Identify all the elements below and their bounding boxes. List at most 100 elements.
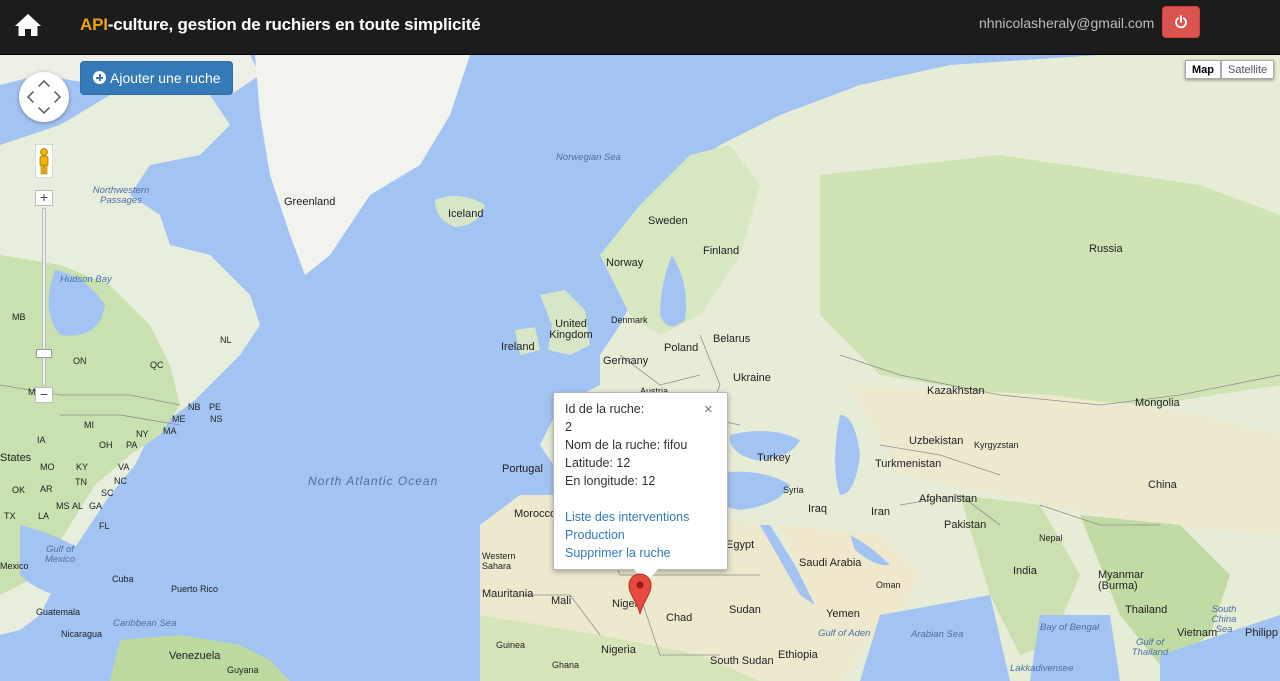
map-label: Kazakhstan: [927, 385, 985, 397]
map-label: FL: [99, 521, 110, 531]
map-label: North Atlantic Ocean: [308, 475, 437, 488]
map-label: Bay of Bengal: [1040, 622, 1100, 633]
power-icon: [1175, 15, 1187, 29]
map-label: Kyrgyzstan: [974, 440, 1019, 450]
pan-arrows-icon: [26, 79, 62, 115]
map-label: Belarus: [713, 333, 751, 345]
map-label: Turkmenistan: [875, 458, 942, 470]
map-label: AR: [40, 484, 53, 494]
map-label: NY: [136, 429, 149, 439]
map-label: IA: [37, 435, 46, 445]
zoom-control: + −: [35, 190, 53, 403]
plus-circle-icon: [93, 71, 106, 84]
add-hive-button[interactable]: Ajouter une ruche: [80, 61, 233, 95]
map-label: Syria: [783, 485, 804, 495]
map-type-satellite[interactable]: Satellite: [1221, 60, 1275, 79]
map-label: MO: [40, 462, 55, 472]
map-label: Saudi Arabia: [799, 557, 862, 569]
map-label: Sudan: [729, 604, 761, 616]
map-label: Mauritania: [482, 588, 534, 600]
zoom-slider-track[interactable]: [42, 208, 46, 386]
app-title-accent: API: [80, 15, 108, 34]
map-label: AL: [72, 501, 84, 511]
map-label: Chad: [666, 612, 693, 624]
map-label: States: [0, 452, 32, 464]
map-label: GA: [89, 501, 103, 511]
map-label: Mali: [551, 595, 572, 607]
map-label: NS: [210, 414, 223, 424]
map-label: Guyana: [227, 665, 259, 675]
map-label: Finland: [703, 245, 740, 257]
map-type-control: Map Satellite: [1185, 60, 1275, 79]
zoom-out-button[interactable]: −: [35, 387, 53, 403]
hive-marker-icon[interactable]: [628, 573, 652, 615]
map-label: PE: [209, 402, 222, 412]
map-label: Mongolia: [1135, 397, 1180, 409]
world-map[interactable]: Greenland Iceland Norwegian Sea Northwes…: [0, 55, 1280, 681]
hive-longitude: En longitude: 12: [565, 474, 656, 488]
map-label: China: [1148, 479, 1177, 491]
street-view-pegman-icon[interactable]: [34, 143, 54, 179]
map-label: MI: [84, 420, 94, 430]
map-label: SC: [101, 488, 114, 498]
map-label: QC: [150, 360, 164, 370]
map-label: Russia: [1089, 243, 1123, 255]
top-navbar: API-culture, gestion de ruchiers en tout…: [0, 0, 1280, 55]
map-label: KY: [76, 462, 89, 472]
map-label: Philipp: [1245, 627, 1279, 639]
map-label: Nicaragua: [61, 629, 103, 639]
map-label: NL: [220, 335, 232, 345]
map-label: Ukraine: [733, 372, 771, 384]
map-label: Yemen: [826, 608, 860, 620]
map-label: Gulf of Mexico: [44, 544, 76, 565]
close-icon[interactable]: ×: [704, 401, 713, 418]
map-label: NC: [114, 476, 127, 486]
hive-id-label: Id de la ruche:: [565, 402, 645, 416]
map-label: Iran: [871, 506, 890, 518]
map-label: Myanmar (Burma): [1098, 569, 1144, 592]
map-label: Morocco: [514, 508, 557, 520]
map-label: VA: [118, 462, 130, 472]
map-label: Uzbekistan: [909, 435, 964, 447]
map-label: PA: [126, 440, 138, 450]
map-label: MB: [12, 312, 26, 322]
pan-control[interactable]: [19, 72, 69, 122]
map-label: Ghana: [552, 660, 580, 670]
map-label: Greenland: [284, 196, 336, 208]
map-label: South Sudan: [710, 655, 774, 667]
map-label: Mexico: [0, 561, 29, 571]
map-label: Turkey: [757, 452, 791, 464]
map-label: OH: [99, 440, 113, 450]
interventions-link[interactable]: Liste des interventions: [565, 510, 689, 524]
zoom-in-button[interactable]: +: [35, 190, 53, 206]
production-link[interactable]: Production: [565, 528, 625, 542]
map-label: Portugal: [502, 463, 543, 475]
map-label: Caribbean Sea: [113, 618, 177, 629]
app-title[interactable]: API-culture, gestion de ruchiers en tout…: [80, 15, 481, 35]
zoom-slider-handle[interactable]: [36, 349, 52, 358]
map-label: Arabian Sea: [911, 629, 964, 640]
map-type-map[interactable]: Map: [1185, 60, 1221, 79]
map-label: Thailand: [1125, 604, 1168, 616]
map-label: Gulf of Aden: [818, 628, 871, 639]
map-label: Iraq: [808, 503, 827, 515]
map-label: ME: [172, 414, 186, 424]
map-label: ON: [73, 356, 87, 366]
hive-name: Nom de la ruche: fifou: [565, 438, 688, 452]
map-label: Oman: [876, 580, 901, 590]
map-label: India: [1013, 565, 1037, 577]
map-label: Ireland: [501, 341, 535, 353]
delete-hive-link[interactable]: Supprimer la ruche: [565, 546, 671, 560]
map-label: Iceland: [448, 208, 484, 220]
logout-button[interactable]: [1162, 6, 1200, 38]
map-label: Norwegian Sea: [556, 152, 621, 163]
user-email: nhnicolasheraly@gmail.com: [979, 15, 1155, 31]
map-label: Poland: [664, 342, 699, 354]
home-icon[interactable]: [14, 12, 42, 38]
map-label: South China Sea: [1211, 604, 1237, 635]
map-label: Guinea: [496, 640, 526, 650]
map-label: Northwestern Passages: [92, 185, 150, 206]
map-label: OK: [12, 485, 26, 495]
hive-id-value: 2: [565, 420, 572, 434]
add-hive-label: Ajouter une ruche: [110, 70, 221, 86]
